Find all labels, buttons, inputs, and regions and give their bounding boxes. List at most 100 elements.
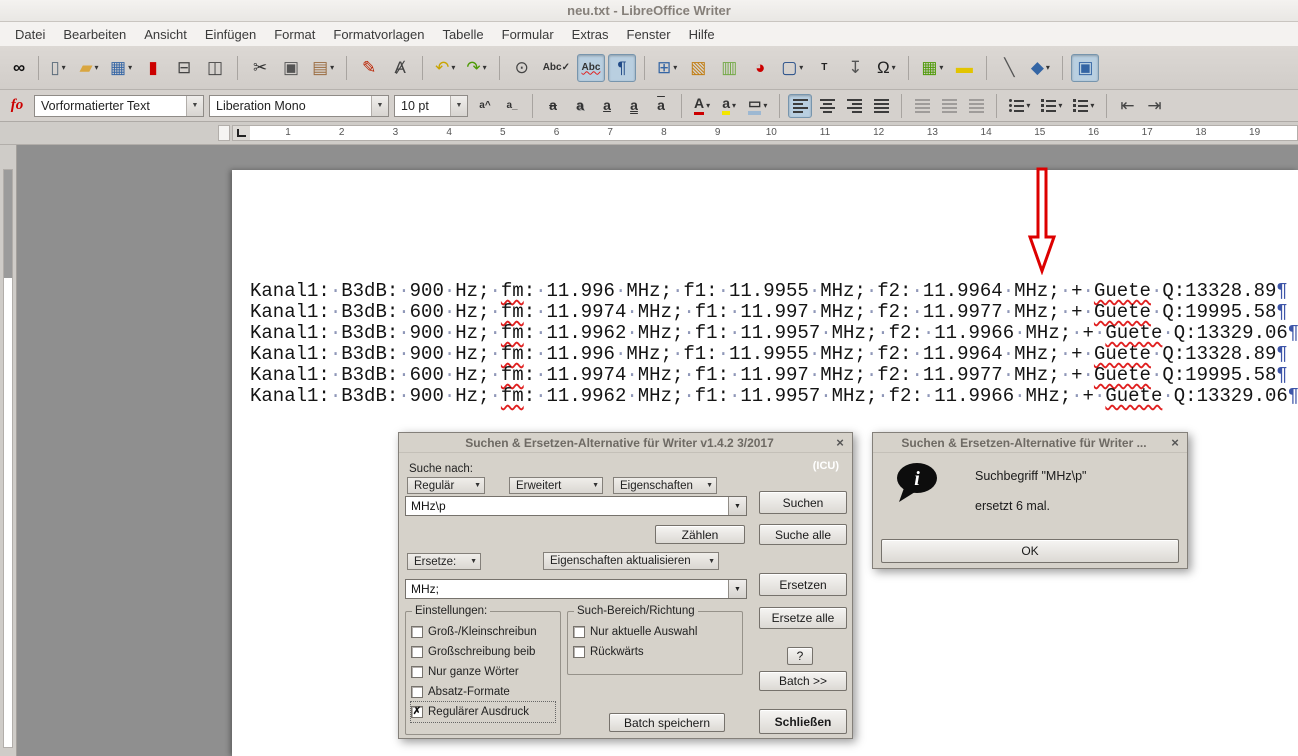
checkbox-box[interactable] bbox=[573, 646, 585, 658]
insert-field-icon[interactable]: ▦▾ bbox=[917, 54, 947, 82]
open-dropdown-arrow[interactable]: ▾ bbox=[95, 63, 99, 72]
menu-fenster[interactable]: Fenster bbox=[618, 24, 680, 45]
font-size-combo[interactable]: 10 pt ▼ bbox=[394, 95, 468, 117]
menu-tabelle[interactable]: Tabelle bbox=[433, 24, 492, 45]
menu-hilfe[interactable]: Hilfe bbox=[680, 24, 724, 45]
tab-stop-selector-icon[interactable] bbox=[237, 129, 246, 137]
redo-dropdown-arrow[interactable]: ▾ bbox=[483, 63, 487, 72]
bullets-icon[interactable]: ▾ bbox=[1005, 94, 1034, 118]
ok-button[interactable]: OK bbox=[881, 539, 1179, 563]
menu-ansicht[interactable]: Ansicht bbox=[135, 24, 196, 45]
replace-all-button[interactable]: Ersetze alle bbox=[759, 607, 847, 629]
extended-dropdown[interactable]: Erweitert ▼ bbox=[509, 477, 603, 494]
numbering-icon[interactable]: ▾ bbox=[1037, 94, 1066, 118]
font-name-combo[interactable]: Liberation Mono ▼ bbox=[209, 95, 389, 117]
checkbox-rückwärts[interactable]: Rückwärts bbox=[573, 642, 737, 662]
document-line[interactable]: Kanal1:·B3dB:·900·Hz;·fm:·11.9962·MHz;·f… bbox=[250, 386, 1298, 407]
menu-formular[interactable]: Formular bbox=[493, 24, 563, 45]
replace-dropdown[interactable]: Ersetze: ▼ bbox=[407, 553, 481, 570]
auto-spellcheck-icon[interactable]: Abc bbox=[577, 54, 605, 82]
new-document-dropdown-arrow[interactable]: ▾ bbox=[62, 63, 66, 72]
undo-dropdown-arrow[interactable]: ▾ bbox=[451, 63, 455, 72]
subscript-icon[interactable]: a_ bbox=[500, 94, 524, 118]
checkbox-box[interactable] bbox=[411, 666, 423, 678]
outline-list-icon[interactable]: ▾ bbox=[1069, 94, 1098, 118]
document-line[interactable]: Kanal1:·B3dB:·600·Hz;·fm:·11.9974·MHz;·f… bbox=[250, 365, 1298, 386]
close-button[interactable]: Schließen bbox=[759, 709, 847, 734]
count-button[interactable]: Zählen bbox=[655, 525, 745, 544]
result-dialog-titlebar[interactable]: Suchen & Ersetzen-Alternative für Writer… bbox=[873, 433, 1187, 453]
numbering-dropdown-arrow[interactable]: ▾ bbox=[1058, 101, 1062, 110]
menu-extras[interactable]: Extras bbox=[563, 24, 618, 45]
cut-icon[interactable]: ✂ bbox=[246, 54, 274, 82]
checkbox-groß-kleinschreibun[interactable]: Groß-/Kleinschreibun bbox=[411, 622, 555, 642]
copy-icon[interactable]: ▣ bbox=[277, 54, 305, 82]
redo-icon[interactable]: ↷▾ bbox=[462, 54, 490, 82]
vertical-ruler[interactable] bbox=[0, 145, 17, 756]
menu-datei[interactable]: Datei bbox=[6, 24, 54, 45]
insert-frame-icon[interactable]: ▢▾ bbox=[777, 54, 807, 82]
strikethrough-icon[interactable]: a bbox=[541, 94, 565, 118]
document-line[interactable]: Kanal1:·B3dB:·900·Hz;·fm:·11.996·MHz;·f1… bbox=[250, 281, 1298, 302]
properties-dropdown[interactable]: Eigenschaften ▼ bbox=[613, 477, 717, 494]
find-replace-icon[interactable]: ⊙ bbox=[508, 54, 536, 82]
font-size-dropdown[interactable]: ▼ bbox=[450, 96, 467, 116]
close-icon[interactable]: × bbox=[833, 435, 847, 449]
search-combo-dropdown[interactable]: ▼ bbox=[728, 497, 746, 515]
search-input[interactable] bbox=[406, 499, 728, 513]
page-break-icon[interactable]: ↧ bbox=[841, 54, 869, 82]
replace-input[interactable] bbox=[406, 582, 728, 596]
background-color-icon[interactable]: ▭▾ bbox=[744, 94, 771, 118]
highlight-color-dropdown-arrow[interactable]: ▾ bbox=[732, 101, 736, 110]
horizontal-ruler[interactable]: 12345678910111213141516171819 bbox=[232, 125, 1298, 141]
align-left-icon[interactable] bbox=[788, 94, 812, 118]
special-character-icon[interactable]: Ω▾ bbox=[872, 54, 900, 82]
insert-line-icon[interactable]: ╲ bbox=[995, 54, 1023, 82]
search-all-button[interactable]: Suche alle bbox=[759, 524, 847, 545]
font-name-dropdown[interactable]: ▼ bbox=[371, 96, 388, 116]
shadow-icon[interactable]: a bbox=[568, 94, 592, 118]
close-icon[interactable]: × bbox=[1168, 435, 1182, 449]
formatting-marks-icon[interactable]: ¶ bbox=[608, 54, 636, 82]
document-line[interactable]: Kanal1:·B3dB:·900·Hz;·fm:·11.996·MHz;·f1… bbox=[250, 344, 1298, 365]
background-color-dropdown-arrow[interactable]: ▾ bbox=[763, 101, 767, 110]
bullets-dropdown-arrow[interactable]: ▾ bbox=[1026, 101, 1030, 110]
insert-frame-dropdown-arrow[interactable]: ▾ bbox=[799, 63, 803, 72]
checkbox-box[interactable] bbox=[573, 626, 585, 638]
checkbox-nur-ganze-wörter[interactable]: Nur ganze Wörter bbox=[411, 662, 555, 682]
overline-icon[interactable]: a bbox=[649, 94, 673, 118]
font-color-dropdown-arrow[interactable]: ▾ bbox=[706, 101, 710, 110]
menu-bearbeiten[interactable]: Bearbeiten bbox=[54, 24, 135, 45]
altsearch-dialog-titlebar[interactable]: Suchen & Ersetzen-Alternative für Writer… bbox=[399, 433, 852, 453]
checkbox-absatz-formate[interactable]: Absatz-Formate bbox=[411, 682, 555, 702]
underline-icon[interactable]: a bbox=[595, 94, 619, 118]
checkbox-großschreibung-beib[interactable]: Großschreibung beib bbox=[411, 642, 555, 662]
insert-diagram-icon[interactable]: ◕ bbox=[746, 54, 774, 82]
increase-indent-icon[interactable]: ⇥ bbox=[1142, 94, 1166, 118]
open-icon[interactable]: ▰▾ bbox=[75, 54, 103, 82]
double-underline-icon[interactable]: a bbox=[622, 94, 646, 118]
insert-image-icon[interactable]: ▧ bbox=[684, 54, 712, 82]
new-document-icon[interactable]: ▯▾ bbox=[44, 54, 72, 82]
basic-shapes-dropdown-arrow[interactable]: ▾ bbox=[1046, 63, 1050, 72]
export-pdf-icon[interactable]: ▮ bbox=[139, 54, 167, 82]
menu-formatvorlagen[interactable]: Formatvorlagen bbox=[324, 24, 433, 45]
align-center-icon[interactable] bbox=[815, 94, 839, 118]
batch-button[interactable]: Batch >> bbox=[759, 671, 847, 691]
superscript-icon[interactable]: a^ bbox=[473, 94, 497, 118]
highlight-color-icon[interactable]: a▾ bbox=[717, 94, 741, 118]
regular-dropdown[interactable]: Regulär ▼ bbox=[407, 477, 485, 494]
decrease-indent-icon[interactable]: ⇤ bbox=[1115, 94, 1139, 118]
checkbox-box[interactable] bbox=[411, 626, 423, 638]
font-color-icon[interactable]: A▾ bbox=[690, 94, 714, 118]
menu-format[interactable]: Format bbox=[265, 24, 324, 45]
document-line[interactable]: Kanal1:·B3dB:·600·Hz;·fm:·11.9974·MHz;·f… bbox=[250, 302, 1298, 323]
replace-combo-dropdown[interactable]: ▼ bbox=[728, 580, 746, 598]
window-titlebar[interactable]: neu.txt - LibreOffice Writer bbox=[0, 0, 1298, 22]
altsearch-logo-icon[interactable]: fo bbox=[5, 94, 29, 118]
align-right-icon[interactable] bbox=[842, 94, 866, 118]
document-line[interactable]: Kanal1:·B3dB:·900·Hz;·fm:·11.9962·MHz;·f… bbox=[250, 323, 1298, 344]
checkbox-nur-aktuelle-auswahl[interactable]: Nur aktuelle Auswahl bbox=[573, 622, 737, 642]
batch-save-button[interactable]: Batch speichern bbox=[609, 713, 725, 732]
insert-table-icon[interactable]: ⊞▾ bbox=[653, 54, 681, 82]
